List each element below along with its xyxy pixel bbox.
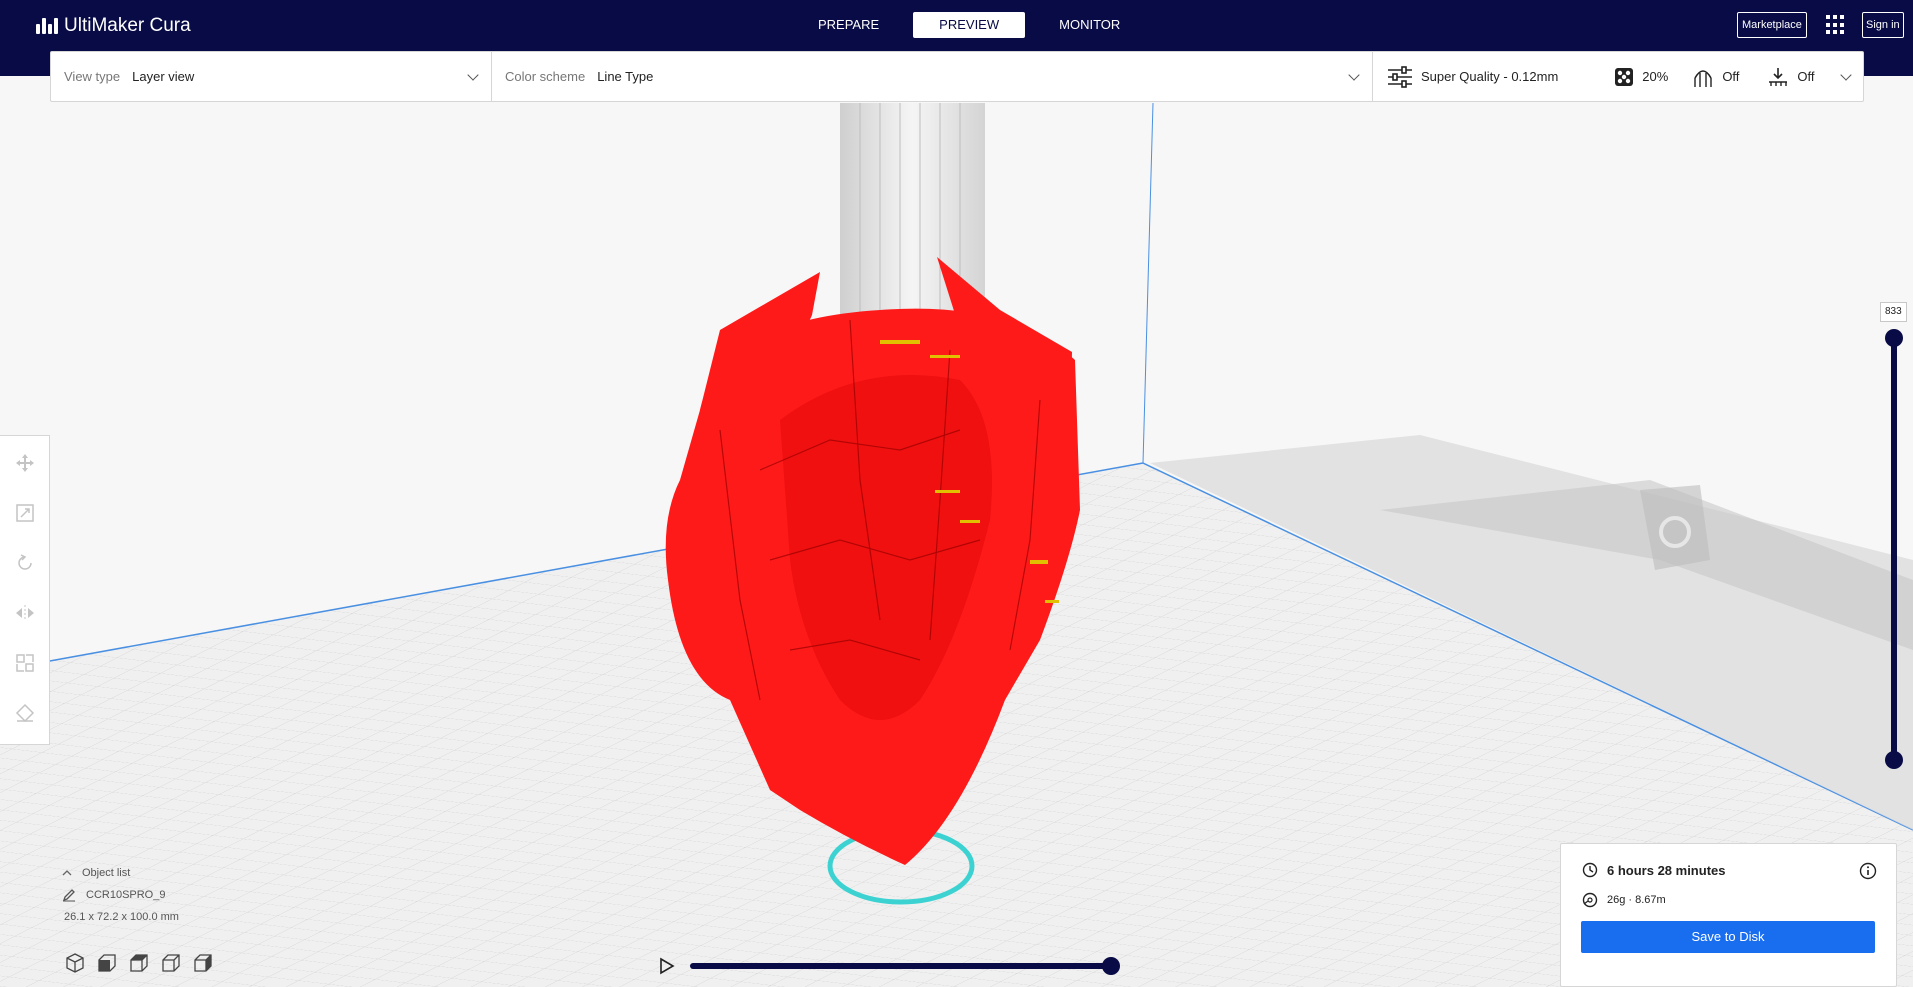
ultimaker-logo-icon <box>36 18 58 34</box>
chevron-down-icon <box>467 69 479 81</box>
sign-in-button[interactable]: Sign in <box>1862 12 1904 38</box>
view-type-label: View type <box>64 69 121 84</box>
scale-icon[interactable] <box>12 500 38 526</box>
tab-monitor[interactable]: MONITOR <box>1041 12 1138 38</box>
object-list-label: Object list <box>82 867 131 879</box>
adhesion-value: Off <box>1797 69 1815 84</box>
per-model-settings-icon[interactable] <box>12 650 38 676</box>
material-row: 26g · 8.67m <box>1582 892 1666 908</box>
spool-icon <box>1582 892 1598 908</box>
path-slider-track[interactable] <box>690 963 1112 969</box>
print-time-row: 6 hours 28 minutes <box>1582 862 1725 878</box>
app-logo: UltiMaker Cura <box>36 15 191 37</box>
sliders-icon <box>1388 65 1412 88</box>
view-front-icon[interactable] <box>96 952 118 974</box>
clock-icon <box>1582 862 1598 878</box>
move-icon[interactable] <box>12 450 38 476</box>
object-name-row[interactable]: CCR10SPRO_9 <box>62 884 179 906</box>
color-scheme-value: Line Type <box>597 69 654 84</box>
stage-tabs: PREPARE PREVIEW MONITOR <box>800 12 1138 38</box>
layer-slider-track[interactable] <box>1891 338 1897 762</box>
apps-grid-icon[interactable] <box>1826 15 1846 35</box>
object-info: Object list CCR10SPRO_9 26.1 x 72.2 x 10… <box>62 862 179 928</box>
tool-panel <box>0 435 50 745</box>
support-blocker-icon[interactable] <box>12 700 38 726</box>
pencil-icon <box>62 889 75 902</box>
print-time: 6 hours 28 minutes <box>1607 862 1726 878</box>
layer-slider-top-handle[interactable] <box>1885 329 1903 347</box>
tab-preview[interactable]: PREVIEW <box>913 12 1026 38</box>
chevron-down-icon <box>1348 69 1360 81</box>
rotate-icon[interactable] <box>12 550 38 576</box>
object-list-toggle[interactable]: Object list <box>62 862 179 884</box>
material-usage: 26g · 8.67m <box>1607 894 1666 906</box>
mirror-icon[interactable] <box>12 600 38 626</box>
object-dimensions: 26.1 x 72.2 x 100.0 mm <box>64 911 179 923</box>
print-estimate-panel: 6 hours 28 minutes 26g · 8.67m Save to D… <box>1560 843 1897 987</box>
chevron-down-icon <box>1840 69 1852 81</box>
infill-value: 20% <box>1642 69 1669 84</box>
print-settings-selector[interactable]: Super Quality - 0.12mm 20% Off Off <box>1373 52 1863 101</box>
infill-item: 20% <box>1614 67 1668 87</box>
view-options-bar: View type Layer view Color scheme Line T… <box>50 51 1864 102</box>
adhesion-icon <box>1769 67 1788 86</box>
app-title: UltiMaker Cura <box>64 15 191 36</box>
chevron-up-icon <box>62 870 72 876</box>
marketplace-button[interactable]: Marketplace <box>1737 12 1807 38</box>
profile-item: Super Quality - 0.12mm <box>1387 65 1559 88</box>
color-scheme-dropdown[interactable]: Color scheme Line Type <box>492 52 1373 101</box>
path-slider-handle[interactable] <box>1102 957 1120 975</box>
camera-view-buttons <box>64 952 214 974</box>
view-type-value: Layer view <box>132 69 195 84</box>
adhesion-item: Off <box>1767 66 1815 88</box>
view-type-dropdown[interactable]: View type Layer view <box>51 52 492 101</box>
layer-slider-bottom-handle[interactable] <box>1885 751 1903 769</box>
info-icon[interactable] <box>1859 862 1877 880</box>
layer-number-input[interactable]: 833 <box>1880 302 1907 322</box>
profile-name: Super Quality - 0.12mm <box>1421 69 1559 84</box>
view-top-icon[interactable] <box>128 952 150 974</box>
view-right-icon[interactable] <box>192 952 214 974</box>
support-item: Off <box>1692 66 1739 88</box>
play-simulation-icon[interactable] <box>658 956 676 976</box>
save-to-disk-button[interactable]: Save to Disk <box>1581 921 1875 953</box>
object-name: CCR10SPRO_9 <box>86 889 166 901</box>
color-scheme-label: Color scheme <box>505 69 586 84</box>
support-icon <box>1694 69 1713 87</box>
infill-icon <box>1615 67 1634 86</box>
support-value: Off <box>1722 69 1740 84</box>
tab-prepare[interactable]: PREPARE <box>800 12 897 38</box>
view-left-icon[interactable] <box>160 952 182 974</box>
view-3d-icon[interactable] <box>64 952 86 974</box>
